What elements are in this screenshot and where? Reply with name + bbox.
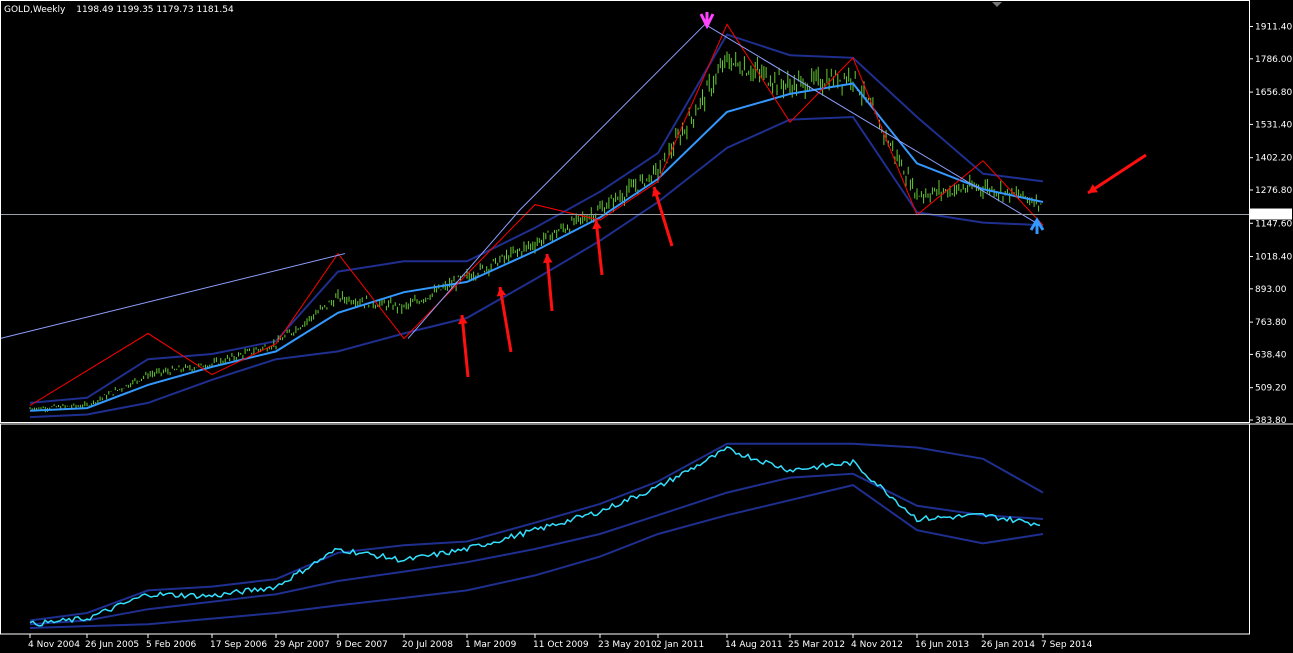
price-tick-label: 1911.40	[1255, 23, 1292, 33]
time-tick-label: 23 May 2010	[598, 640, 657, 650]
time-tick-label: 4 Nov 2004	[28, 640, 80, 650]
price-tick-label: 638.40	[1255, 350, 1287, 360]
time-tick-label: 2 Jan 2011	[656, 640, 704, 650]
time-tick-label: 20 Jul 2008	[402, 640, 453, 650]
time-tick-label: 17 Sep 2006	[210, 640, 267, 650]
price-tick-label: 383.80	[1255, 416, 1287, 426]
time-tick-label: 7 Sep 2014	[1041, 640, 1093, 650]
price-tick-label: 1531.40	[1255, 120, 1292, 130]
price-tick-label: 1786.00	[1255, 55, 1292, 65]
time-tick-label: 29 Apr 2007	[274, 640, 330, 650]
price-tick-label: 1276.80	[1255, 186, 1292, 196]
time-tick-label: 26 Jan 2014	[981, 640, 1035, 650]
time-tick-label: 1 Mar 2009	[465, 640, 517, 650]
gold-weekly-chart: 1911.40 1786.00 1656.80 1531.40 1402.20 1276.…	[0, 0, 1293, 653]
price-tick-label: 1656.80	[1255, 88, 1292, 98]
current-price-label: 1181.54	[1253, 211, 1290, 221]
time-tick-label: 14 Aug 2011	[725, 640, 783, 650]
time-tick-label: 11 Oct 2009	[533, 640, 589, 650]
price-tick-label: 763.80	[1255, 318, 1287, 328]
time-tick-label: 5 Feb 2006	[146, 640, 197, 650]
chart-background	[0, 0, 1293, 653]
price-tick-label: 509.20	[1255, 384, 1287, 394]
chart-header: GOLD,Weekly 1198.49 1199.35 1179.73 1181…	[4, 5, 234, 15]
price-tick-label: 1147.60	[1255, 219, 1292, 229]
time-tick-label: 26 Jun 2005	[85, 640, 139, 650]
time-tick-label: 4 Nov 2012	[851, 640, 903, 650]
symbol-label: GOLD,Weekly	[4, 5, 66, 15]
time-tick-label: 9 Dec 2007	[336, 640, 388, 650]
time-tick-label: 16 Jun 2013	[915, 640, 969, 650]
price-tick-label: 1402.20	[1255, 154, 1292, 164]
price-tick-label: 893.00	[1255, 285, 1287, 295]
price-tick-label: 1018.40	[1255, 253, 1292, 263]
ohlc-readout: 1198.49 1199.35 1179.73 1181.54	[76, 5, 234, 15]
time-tick-label: 25 Mar 2012	[788, 640, 845, 650]
